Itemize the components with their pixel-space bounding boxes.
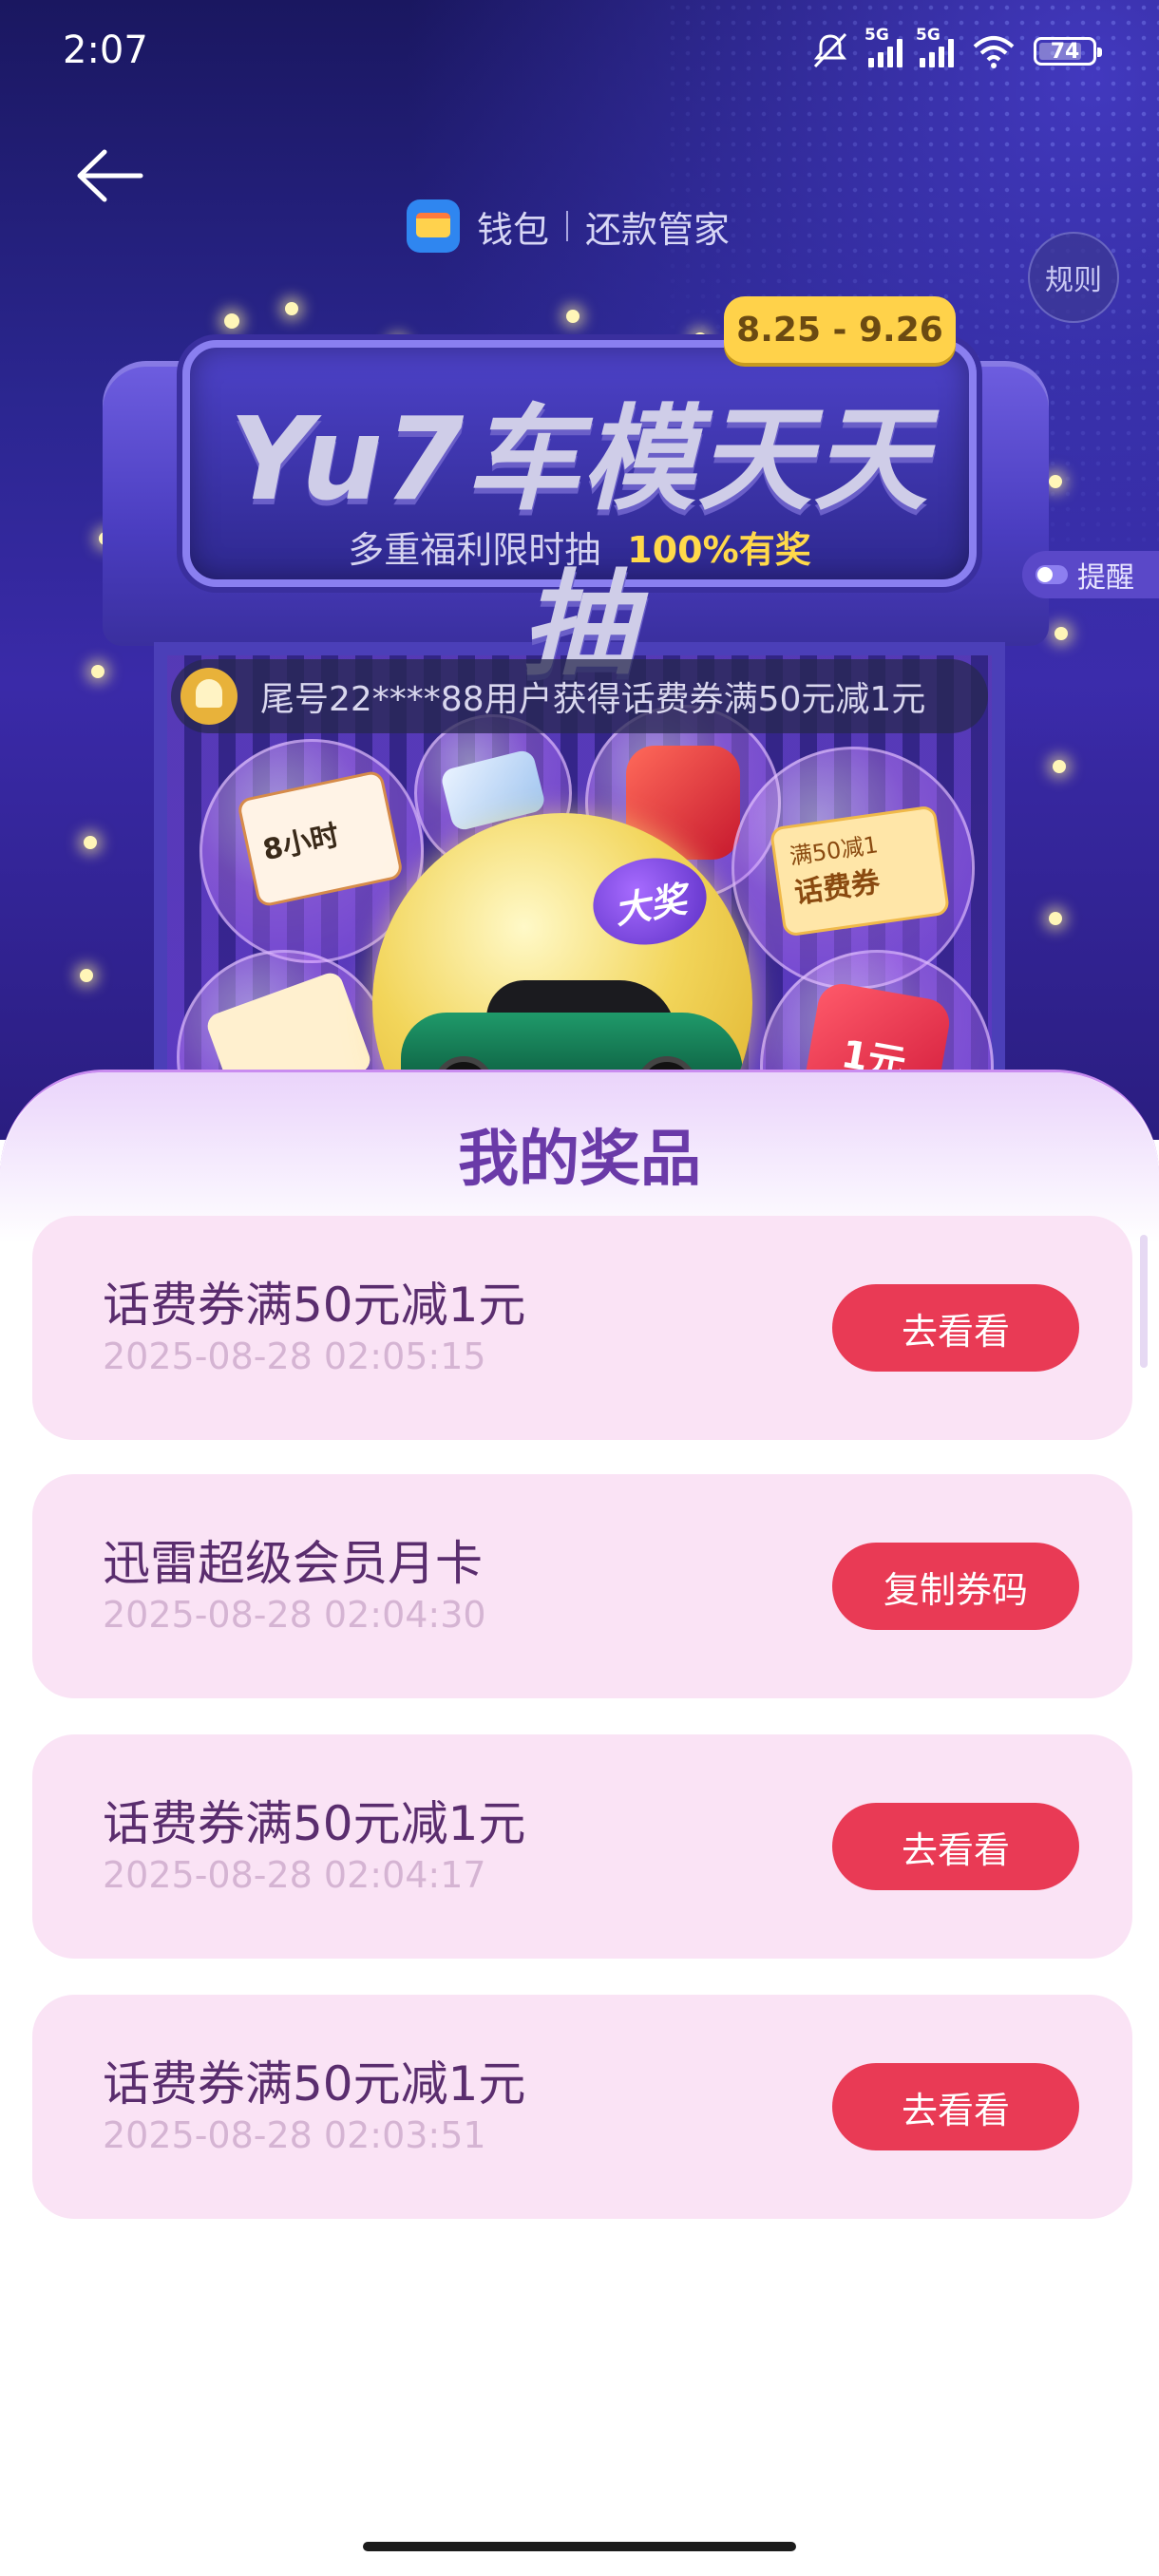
prize-name: 迅雷超级会员月卡 — [103, 1536, 483, 1591]
prize-time: 2025-08-28 02:04:17 — [103, 1854, 486, 1896]
crumb-page: 还款管家 — [585, 208, 731, 251]
campaign-subtitle: 多重福利限时抽 100%有奖 — [190, 521, 969, 573]
string-light — [1049, 912, 1062, 925]
status-bar: 2:07 5G 5G 74 — [0, 0, 1159, 114]
prize-hours-label: 8小时 — [259, 819, 343, 868]
battery-level: 74 — [1050, 39, 1080, 64]
prize-card: 迅雷超级会员月卡 2025-08-28 02:04:30 复制券码 — [32, 1474, 1132, 1698]
scrollbar[interactable] — [1140, 1235, 1148, 1368]
mute-icon — [813, 32, 847, 68]
string-light — [566, 310, 580, 323]
prize-time: 2025-08-28 02:03:51 — [103, 2114, 486, 2156]
subtitle-highlight: 100%有奖 — [627, 529, 811, 571]
prize-time: 2025-08-28 02:04:30 — [103, 1594, 486, 1636]
back-arrow-icon — [77, 149, 143, 202]
toggle-icon — [1036, 565, 1068, 584]
ticker-text: 尾号22****88用户获得话费券满50元减1元 — [260, 680, 926, 719]
string-light — [84, 836, 97, 849]
remind-label: 提醒 — [1077, 561, 1134, 595]
battery-icon: 74 — [1034, 37, 1102, 66]
signal-icon: 5G — [864, 26, 902, 67]
prize-card: 话费券满50元减1元 2025-08-28 02:04:17 去看看 — [32, 1734, 1132, 1959]
bell-icon — [180, 668, 238, 725]
phone-coupon-image: 满50减1 话费券 — [769, 805, 951, 938]
string-light — [80, 969, 93, 982]
network-type-2: 5G — [916, 26, 940, 45]
prize-card: 话费券满50元减1元 2025-08-28 02:03:51 去看看 — [32, 1995, 1132, 2219]
status-icons: 5G 5G 74 — [809, 26, 1102, 70]
network-type-1: 5G — [864, 26, 889, 45]
string-light — [224, 313, 239, 329]
string-light — [1053, 760, 1066, 773]
subtitle-text: 多重福利限时抽 — [348, 529, 601, 571]
membership-card-image: 8小时 — [236, 769, 405, 908]
wifi-icon — [973, 36, 1015, 68]
view-button[interactable]: 去看看 — [832, 1803, 1079, 1890]
remind-toggle[interactable]: 提醒 — [1022, 551, 1159, 598]
prize-name: 话费券满50元减1元 — [103, 2056, 526, 2112]
prize-name: 话费券满50元减1元 — [103, 1796, 526, 1851]
date-range-badge: 8.25 - 9.26 — [724, 296, 956, 363]
string-light — [285, 302, 298, 315]
crumb-separator — [566, 211, 569, 241]
string-light — [91, 665, 104, 678]
crumb-wallet[interactable]: 钱包 — [477, 200, 549, 253]
prize-time: 2025-08-28 02:05:15 — [103, 1335, 486, 1377]
signal-icon-2: 5G — [916, 26, 954, 67]
campaign-banner: Yu7车模天天抽 多重福利限时抽 100%有奖 — [182, 340, 977, 691]
string-light — [1054, 627, 1068, 640]
status-time: 2:07 — [63, 28, 148, 72]
wallet-icon — [407, 199, 460, 253]
back-button[interactable] — [72, 142, 148, 209]
hero-background: 8小时 满50减1 话费券 1元 大奖 尾号22****88用户获得话费券满50… — [0, 0, 1159, 1140]
view-button[interactable]: 去看看 — [832, 2063, 1079, 2150]
sheet-title: 我的奖品 — [458, 1125, 701, 1195]
rules-button[interactable]: 规则 — [1028, 232, 1119, 323]
prize-card: 话费券满50元减1元 2025-08-28 02:05:15 去看看 — [32, 1216, 1132, 1440]
home-indicator[interactable] — [363, 2542, 796, 2551]
copy-code-button[interactable]: 复制券码 — [832, 1543, 1079, 1630]
prize-name: 话费券满50元减1元 — [103, 1278, 526, 1333]
string-light — [1049, 475, 1062, 488]
breadcrumb: 钱包 还款管家 — [407, 199, 730, 253]
view-button[interactable]: 去看看 — [832, 1284, 1079, 1372]
winner-ticker: 尾号22****88用户获得话费券满50元减1元 — [171, 659, 988, 733]
